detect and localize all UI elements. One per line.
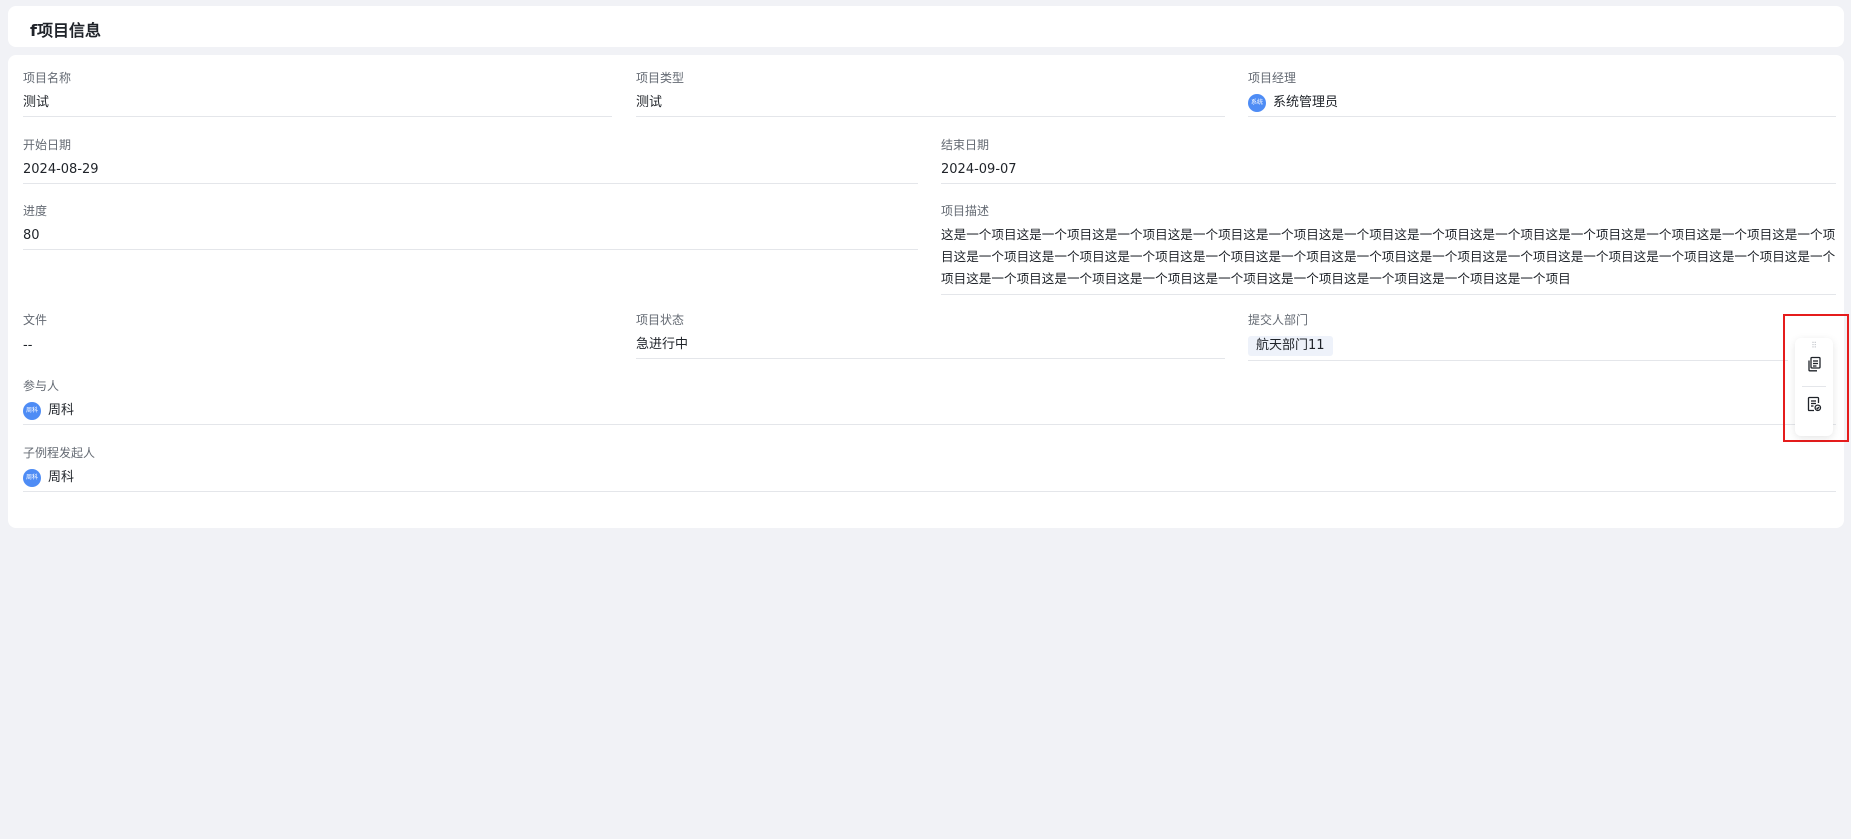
avatar: 周科 bbox=[23, 469, 41, 487]
field-end-date: 结束日期 2024-09-07 bbox=[941, 137, 1836, 184]
user-name: 系统管理员 bbox=[1273, 95, 1339, 110]
user-name: 周科 bbox=[48, 403, 75, 418]
avatar: 周科 bbox=[23, 402, 41, 420]
form-check-button[interactable] bbox=[1804, 394, 1824, 414]
field-project-status: 项目状态 急进行中 bbox=[636, 312, 1225, 359]
floating-toolbar: ⠿ bbox=[1795, 338, 1833, 436]
field-label: 提交人部门 bbox=[1248, 313, 1309, 327]
field-subprocess-initiator: 子例程发起人 周科 周科 bbox=[23, 445, 1836, 492]
avatar: 系统 bbox=[1248, 94, 1266, 112]
field-label: 参与人 bbox=[23, 379, 60, 393]
field-submitter-dept: 提交人部门 航天部门11 bbox=[1248, 312, 1788, 361]
drag-handle-icon[interactable]: ⠿ bbox=[1795, 342, 1833, 350]
field-start-date: 开始日期 2024-08-29 bbox=[23, 137, 918, 184]
project-info-card: 项目名称 测试 项目类型 测试 项目经理 系统 系统管理员 开始日期 2024-… bbox=[8, 55, 1844, 528]
field-label: 结束日期 bbox=[941, 138, 990, 152]
toolbar-divider bbox=[1802, 386, 1826, 387]
field-description: 项目描述 这是一个项目这是一个项目这是一个项目这是一个项目这是一个项目这是一个项… bbox=[941, 203, 1836, 295]
field-value[interactable]: 周科 周科 bbox=[23, 402, 1836, 425]
field-label: 子例程发起人 bbox=[23, 446, 96, 460]
field-value[interactable]: 这是一个项目这是一个项目这是一个项目这是一个项目这是一个项目这是一个项目这是一个… bbox=[941, 224, 1836, 295]
page-title: f项目信息 bbox=[30, 21, 101, 40]
field-label: 进度 bbox=[23, 204, 48, 218]
field-label: 项目类型 bbox=[636, 71, 685, 85]
field-label: 文件 bbox=[23, 313, 48, 327]
field-participants: 参与人 周科 周科 bbox=[23, 378, 1836, 425]
form-check-icon bbox=[1807, 396, 1822, 412]
page-header: f项目信息 bbox=[8, 6, 1844, 47]
copy-button[interactable] bbox=[1804, 354, 1824, 374]
field-project-manager: 项目经理 系统 系统管理员 bbox=[1248, 70, 1836, 117]
copy-icon bbox=[1808, 356, 1821, 372]
field-label: 开始日期 bbox=[23, 138, 72, 152]
field-value[interactable]: 测试 bbox=[23, 94, 612, 117]
field-value[interactable]: 80 bbox=[23, 227, 918, 250]
field-value[interactable]: 2024-09-07 bbox=[941, 161, 1836, 184]
field-file: 文件 -- bbox=[23, 312, 612, 359]
field-value[interactable]: 急进行中 bbox=[636, 336, 1225, 359]
floating-toolbar-highlight: ⠿ bbox=[1783, 314, 1849, 442]
field-project-name: 项目名称 测试 bbox=[23, 70, 612, 117]
field-project-type: 项目类型 测试 bbox=[636, 70, 1225, 117]
field-value[interactable]: 测试 bbox=[636, 94, 1225, 117]
dept-tag: 航天部门11 bbox=[1248, 336, 1333, 356]
field-value[interactable]: 周科 周科 bbox=[23, 469, 1836, 492]
field-value[interactable]: 2024-08-29 bbox=[23, 161, 918, 184]
field-label: 项目名称 bbox=[23, 71, 72, 85]
field-label: 项目描述 bbox=[941, 204, 990, 218]
field-progress: 进度 80 bbox=[23, 203, 918, 250]
field-label: 项目经理 bbox=[1248, 71, 1297, 85]
field-value[interactable]: 航天部门11 bbox=[1248, 336, 1788, 361]
field-value[interactable]: -- bbox=[23, 336, 612, 359]
user-name: 周科 bbox=[48, 470, 75, 485]
field-value[interactable]: 系统 系统管理员 bbox=[1248, 94, 1836, 117]
field-label: 项目状态 bbox=[636, 313, 685, 327]
